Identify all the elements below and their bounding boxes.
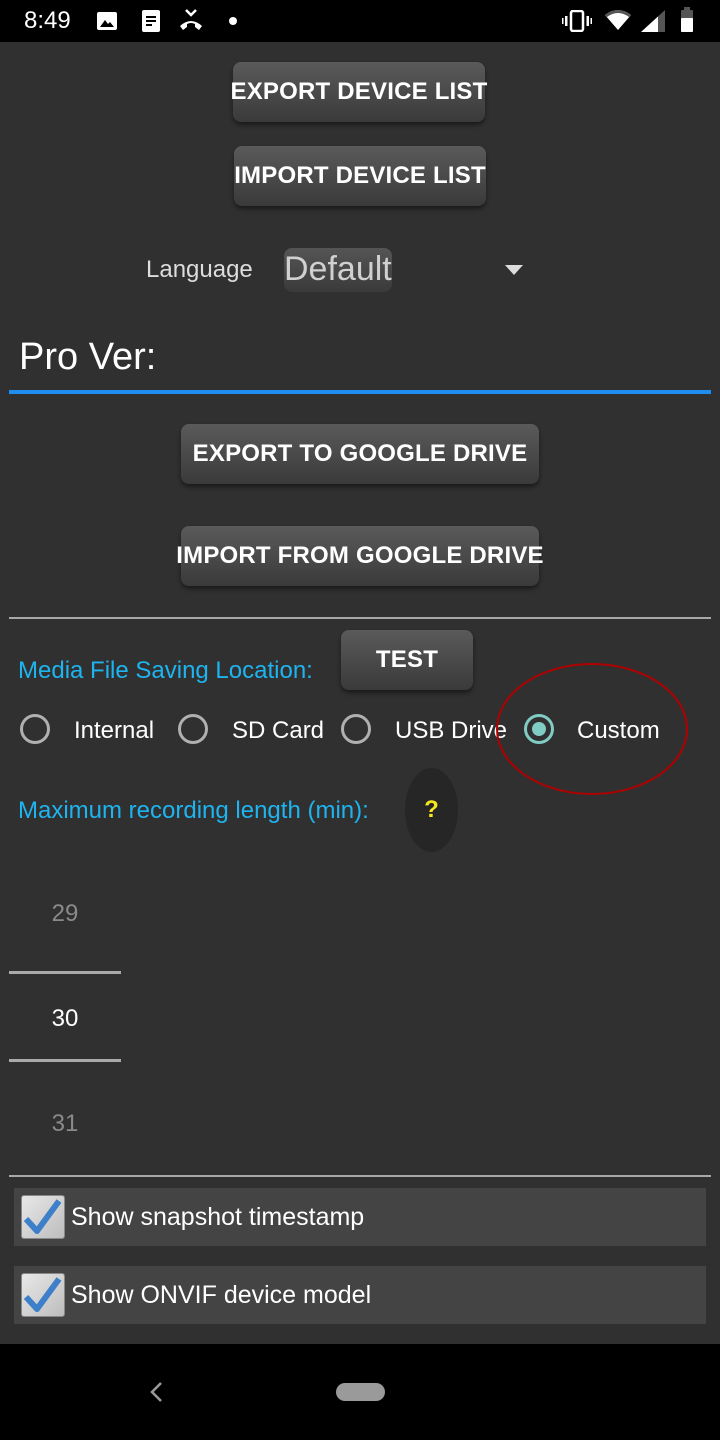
recording-length-picker[interactable]: 29 30 31: [0, 860, 130, 1160]
pro-version-label: Pro Ver:: [19, 336, 157, 378]
image-icon: [97, 12, 117, 30]
radio-sd-card-label[interactable]: SD Card: [232, 717, 324, 745]
show-onvif-model-row[interactable]: Show ONVIF device model: [14, 1266, 706, 1324]
picker-next-value[interactable]: 31: [0, 1110, 130, 1138]
radio-usb-drive-label[interactable]: USB Drive: [395, 717, 507, 745]
checkmark-icon: [23, 1277, 62, 1312]
picker-selected-value[interactable]: 30: [0, 1005, 130, 1033]
dot-icon: [229, 17, 237, 25]
export-device-list-button[interactable]: EXPORT DEVICE LIST: [231, 62, 487, 122]
radio-internal-label[interactable]: Internal: [74, 717, 154, 745]
section-divider: [9, 617, 711, 619]
import-device-list-button[interactable]: IMPORT DEVICE LIST: [234, 146, 486, 206]
status-bar: 8:49: [0, 0, 720, 42]
help-button[interactable]: ?: [405, 768, 458, 852]
navigation-bar: [0, 1344, 720, 1440]
missed-call-icon: [180, 9, 202, 30]
show-snapshot-timestamp-label[interactable]: Show snapshot timestamp: [71, 1203, 364, 1232]
test-button[interactable]: TEST: [341, 630, 473, 690]
home-pill-button[interactable]: [336, 1383, 385, 1401]
status-time: 8:49: [24, 7, 71, 34]
language-selected-value: Default: [284, 250, 392, 288]
show-snapshot-timestamp-row[interactable]: Show snapshot timestamp: [14, 1188, 706, 1246]
show-onvif-model-checkbox[interactable]: [21, 1273, 65, 1317]
annotation-circle: [496, 663, 688, 795]
pro-version-underline: [9, 390, 711, 394]
import-google-drive-button[interactable]: IMPORT FROM GOOGLE DRIVE: [176, 526, 544, 586]
export-google-drive-button[interactable]: EXPORT TO GOOGLE DRIVE: [181, 424, 539, 484]
language-dropdown[interactable]: Default: [284, 246, 534, 294]
section-divider-2: [9, 1175, 711, 1177]
back-icon[interactable]: [148, 1381, 164, 1403]
language-label: Language: [146, 256, 253, 283]
picker-previous-value[interactable]: 29: [0, 900, 130, 928]
radio-internal[interactable]: [20, 714, 50, 744]
pro-version-field[interactable]: Pro Ver:: [9, 330, 711, 396]
picker-divider-top: [9, 971, 121, 974]
show-onvif-model-label[interactable]: Show ONVIF device model: [71, 1281, 371, 1310]
document-icon: [142, 10, 160, 32]
max-recording-label: Maximum recording length (min):: [18, 797, 369, 824]
checkmark-icon: [23, 1199, 62, 1234]
radio-usb-drive[interactable]: [341, 714, 371, 744]
vibrate-icon: [562, 10, 592, 32]
show-snapshot-timestamp-checkbox[interactable]: [21, 1195, 65, 1239]
picker-divider-bottom: [9, 1059, 121, 1062]
help-question-icon: ?: [424, 796, 439, 823]
media-location-label: Media File Saving Location:: [18, 657, 313, 684]
radio-sd-card[interactable]: [178, 714, 208, 744]
cellular-signal-icon: [641, 10, 665, 32]
wifi-icon: [605, 10, 631, 30]
battery-icon: [681, 7, 693, 32]
dropdown-arrow-icon: [505, 265, 523, 275]
